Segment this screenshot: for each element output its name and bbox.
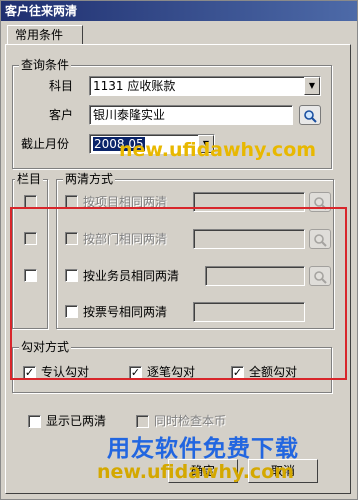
query-legend: 查询条件	[19, 57, 72, 73]
customer-label: 客户	[49, 108, 74, 122]
tab-panel: 查询条件 科目 1131 应收账款 ▼ 客户 银川泰隆实业 截止月份 2008.…	[5, 44, 351, 494]
customer-value: 银川泰隆实业	[93, 108, 166, 122]
window-title: 客户往来两清	[5, 4, 78, 18]
show-cleared-checkbox[interactable]	[28, 415, 41, 428]
dialog-window: 客户往来两清 常用条件 查询条件 科目 1131 应收账款 ▼ 客户 银川泰隆实…	[0, 0, 358, 500]
subject-value: 1131 应收账款	[93, 79, 176, 93]
month-label: 截止月份	[21, 137, 70, 151]
customer-field[interactable]: 银川泰隆实业	[89, 105, 293, 125]
column-legend: 栏目	[15, 171, 44, 187]
tab-label: 常用条件	[15, 28, 64, 42]
tab-common-conditions[interactable]: 常用条件	[7, 25, 83, 45]
watermark-url-top: new.ufidawhy.com	[119, 139, 317, 161]
triangle-down-icon[interactable]: ▼	[304, 77, 320, 95]
subject-select[interactable]: 1131 应收账款	[89, 76, 321, 96]
customer-lookup-button[interactable]	[299, 105, 321, 125]
title-bar: 客户往来两清	[1, 1, 357, 21]
highlight-box	[10, 207, 347, 380]
check-local-currency-checkbox[interactable]	[136, 415, 149, 428]
watermark-slogan: 用友软件免费下载	[107, 436, 299, 462]
magnifier-icon	[304, 109, 317, 123]
show-cleared-label: 显示已两清	[46, 414, 107, 428]
subject-label: 科目	[49, 79, 74, 93]
clear-method-legend: 两清方式	[63, 171, 116, 187]
watermark-url-bottom: new.ufidawhy.com	[97, 461, 295, 483]
check-local-currency-label: 同时检查本币	[154, 414, 227, 428]
